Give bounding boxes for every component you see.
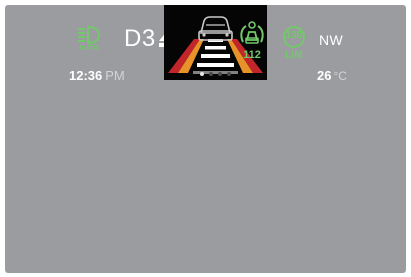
cluster-display: AUTO D3 112 130 LIM NW 12:36 PM 26 °C — [5, 5, 406, 273]
speed-sign-icon — [240, 21, 264, 44]
traffic-sign-indicator: 112 — [237, 20, 267, 61]
temperature-value: 26 — [317, 68, 332, 83]
clock: 12:36 PM — [69, 68, 125, 83]
limit-value: 130 — [285, 30, 303, 41]
page-indicator — [164, 72, 267, 76]
gear-label: D3 — [124, 25, 156, 52]
speed-limiter: 130 LIM — [279, 26, 309, 66]
temperature-unit: °C — [333, 69, 347, 83]
page-dot-3 — [218, 72, 222, 76]
outside-temperature: 26 °C — [317, 68, 347, 83]
page-dot-2 — [209, 72, 213, 76]
auto-headlight-indicator: AUTO — [73, 25, 105, 57]
auto-label: AUTO — [78, 45, 100, 52]
speed-value: 112 — [243, 49, 261, 61]
page-dot-1 — [200, 72, 204, 76]
compass-heading: NW — [319, 32, 344, 48]
clock-ampm: PM — [105, 68, 125, 83]
limiter-label: LIM — [284, 50, 304, 61]
page-dot-4 — [227, 72, 231, 76]
clock-time: 12:36 — [69, 68, 103, 83]
auto-headlight-icon — [78, 25, 101, 45]
